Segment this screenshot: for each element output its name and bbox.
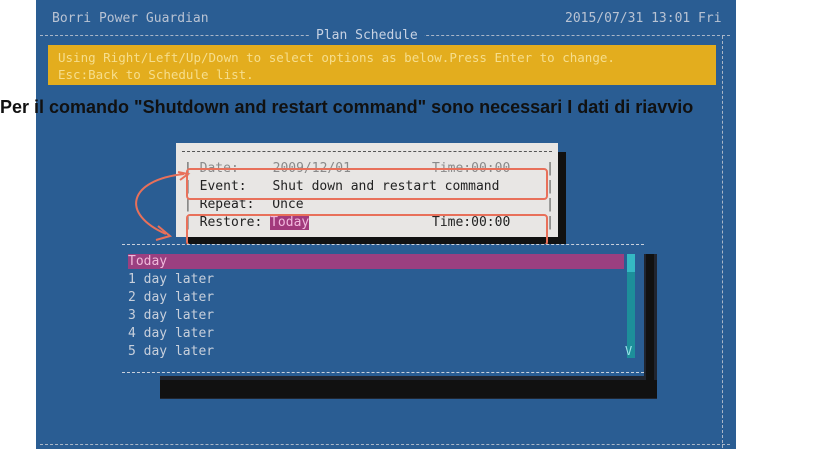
list-divider-top — [122, 244, 644, 245]
bottom-border — [40, 444, 730, 445]
restore-options-list: Today 1 day later 2 day later 3 day late… — [122, 244, 644, 376]
datetime-readout: 2015/07/31 13:01 Fri — [565, 11, 722, 26]
arrow-annotation — [135, 171, 191, 241]
list-shadow-bottom — [160, 380, 657, 398]
list-item-5-day[interactable]: 5 day later — [128, 344, 214, 359]
list-divider-bottom — [122, 372, 644, 373]
event-highlight-annotation — [186, 168, 548, 200]
help-line-2: Esc:Back to Schedule list. — [58, 67, 254, 82]
list-item-1-day[interactable]: 1 day later — [128, 272, 214, 287]
list-item-today[interactable]: Today — [128, 254, 624, 269]
dialog-edge: | — [546, 197, 554, 212]
dialog-divider-top — [182, 151, 552, 152]
list-shadow-right — [646, 254, 654, 384]
list-scroll-thumb[interactable] — [627, 254, 635, 272]
instruction-caption: Per il comando "Shutdown and restart com… — [0, 97, 694, 117]
app-title: Borri Power Guardian — [52, 11, 209, 26]
help-line-1: Using Right/Left/Up/Down to select optio… — [58, 50, 615, 65]
list-item-2-day[interactable]: 2 day later — [128, 290, 214, 305]
scroll-down-icon[interactable]: V — [625, 344, 632, 358]
restore-highlight-annotation — [186, 214, 548, 246]
screen-title: Plan Schedule — [310, 28, 424, 43]
list-item-4-day[interactable]: 4 day later — [128, 326, 214, 341]
list-item-3-day[interactable]: 3 day later — [128, 308, 214, 323]
